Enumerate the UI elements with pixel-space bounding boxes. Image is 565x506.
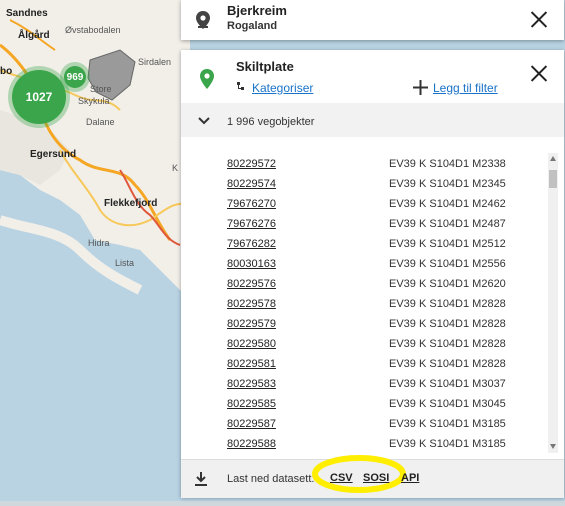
table-row[interactable]: 80229581 EV39 K S104D1 M2828	[227, 354, 547, 374]
close-icon[interactable]	[530, 10, 548, 28]
road-reference: EV39 K S104D1 M2338	[389, 158, 506, 170]
object-panel: Skiltplate Kategoriser Legg til filter 1…	[181, 50, 564, 498]
object-id-link[interactable]: 80229583	[227, 378, 389, 390]
road-reference: EV39 K S104D1 M2620	[389, 278, 506, 290]
download-label: Last ned datasett:	[227, 473, 315, 485]
download-sosi-link[interactable]: SOSI	[363, 472, 389, 484]
object-id-link[interactable]: 80229587	[227, 418, 389, 430]
map-label-ovstabodalen: Øvstabodalen	[65, 25, 121, 35]
object-id-link[interactable]: 80229572	[227, 158, 389, 170]
map-label-lista: Lista	[115, 258, 135, 268]
scroll-down-icon[interactable]	[550, 444, 556, 449]
road-reference: EV39 K S104D1 M2828	[389, 338, 506, 350]
road-reference: EV39 K S104D1 M3037	[389, 378, 506, 390]
scrollbar[interactable]	[548, 153, 558, 453]
road-reference: EV39 K S104D1 M2345	[389, 178, 506, 190]
download-icon	[195, 472, 207, 486]
table-row[interactable]: 80229579 EV39 K S104D1 M2828	[227, 314, 547, 334]
table-row[interactable]: 79676276 EV39 K S104D1 M2487	[227, 214, 547, 234]
road-reference: EV39 K S104D1 M2828	[389, 318, 506, 330]
map-cluster-marker-large[interactable]: 1027	[12, 70, 66, 124]
object-id-link[interactable]: 80229588	[227, 438, 389, 450]
scrollbar-thumb[interactable]	[549, 170, 557, 188]
table-row[interactable]: 79676282 EV39 K S104D1 M2512	[227, 234, 547, 254]
object-id-link[interactable]: 79676282	[227, 238, 389, 250]
plus-icon	[413, 80, 428, 95]
object-id-link[interactable]: 79676276	[227, 218, 389, 230]
object-id-link[interactable]: 80229578	[227, 298, 389, 310]
table-row[interactable]: 80030163 EV39 K S104D1 M2556	[227, 254, 547, 274]
table-row[interactable]: 80229588 EV39 K S104D1 M3185	[227, 434, 547, 454]
road-reference: EV39 K S104D1 M2828	[389, 358, 506, 370]
chevron-down-icon[interactable]	[198, 117, 210, 125]
object-title: Skiltplate	[236, 59, 294, 74]
map-label-bo: bo	[0, 66, 13, 77]
table-row[interactable]: 80229587 EV39 K S104D1 M3185	[227, 414, 547, 434]
table-row[interactable]: 80229583 EV39 K S104D1 M3037	[227, 374, 547, 394]
map-label-skykula: Skykula	[78, 96, 110, 106]
map-pin-icon	[200, 69, 214, 89]
object-id-link[interactable]: 80229576	[227, 278, 389, 290]
object-id-link[interactable]: 80229581	[227, 358, 389, 370]
object-id-link[interactable]: 80030163	[227, 258, 389, 270]
map-label-sandnes: Sandnes	[6, 8, 48, 19]
table-row[interactable]: 80229578 EV39 K S104D1 M2828	[227, 294, 547, 314]
download-api-link[interactable]: API	[401, 472, 419, 484]
road-reference: EV39 K S104D1 M2462	[389, 198, 506, 210]
road-reference: EV39 K S104D1 M2487	[389, 218, 506, 230]
download-footer: Last ned datasett: CSV SOSI API	[181, 455, 564, 498]
map-label-flekkefjord: Flekkefjord	[104, 198, 158, 209]
map-pin-icon	[196, 11, 210, 29]
table-row[interactable]: 80229576 EV39 K S104D1 M2620	[227, 274, 547, 294]
add-filter-link[interactable]: Legg til filter	[433, 81, 498, 95]
map-label-sirdalen: Sirdalen	[138, 57, 172, 67]
hierarchy-icon	[237, 82, 244, 90]
highlight-annotation	[312, 455, 406, 493]
categorize-link[interactable]: Kategoriser	[252, 81, 313, 95]
map-label-hidra: Hidra	[88, 238, 110, 248]
location-panel: Bjerkreim Rogaland	[181, 0, 564, 40]
object-id-link[interactable]: 80229580	[227, 338, 389, 350]
road-reference: EV39 K S104D1 M3185	[389, 418, 506, 430]
map-label-algard: Ålgård	[18, 30, 50, 41]
object-id-link[interactable]: 80229574	[227, 178, 389, 190]
map-label-egersund: Egersund	[30, 149, 77, 160]
table-row[interactable]: 80229574 EV39 K S104D1 M2345	[227, 174, 547, 194]
download-csv-link[interactable]: CSV	[330, 472, 353, 484]
road-reference: EV39 K S104D1 M3045	[389, 398, 506, 410]
result-count: 1 996 vegobjekter	[227, 116, 315, 128]
map-label-dalane: Dalane	[86, 117, 115, 127]
map-label-k: K	[172, 163, 179, 173]
location-title: Bjerkreim	[227, 3, 287, 18]
object-id-link[interactable]: 79676270	[227, 198, 389, 210]
road-reference: EV39 K S104D1 M2556	[389, 258, 506, 270]
table-row[interactable]: 80229585 EV39 K S104D1 M3045	[227, 394, 547, 414]
close-icon[interactable]	[530, 64, 548, 82]
map-label-store: Store	[90, 84, 112, 94]
table-row[interactable]: 80229580 EV39 K S104D1 M2828	[227, 334, 547, 354]
result-list: 80229572 EV39 K S104D1 M2338 80229574 EV39 …	[227, 154, 547, 454]
road-reference: EV39 K S104D1 M2512	[389, 238, 506, 250]
road-reference: EV39 K S104D1 M2828	[389, 298, 506, 310]
object-id-link[interactable]: 80229579	[227, 318, 389, 330]
table-row[interactable]: 80229572 EV39 K S104D1 M2338	[227, 154, 547, 174]
object-id-link[interactable]: 80229585	[227, 398, 389, 410]
location-subtitle: Rogaland	[227, 20, 278, 32]
map-cluster-marker-small[interactable]: 969	[64, 66, 86, 88]
scroll-up-icon[interactable]	[550, 156, 556, 161]
table-row[interactable]: 79676270 EV39 K S104D1 M2462	[227, 194, 547, 214]
road-reference: EV39 K S104D1 M3185	[389, 438, 506, 450]
